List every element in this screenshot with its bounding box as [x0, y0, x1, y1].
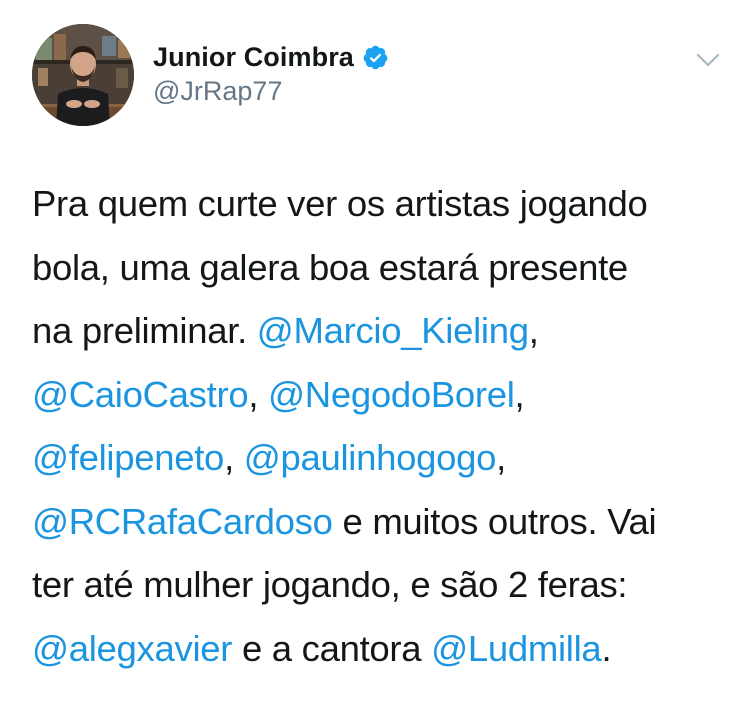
- tweet-text-segment: ,: [248, 373, 269, 415]
- chevron-down-icon[interactable]: [692, 48, 724, 72]
- tweet-text-segment: ,: [496, 437, 506, 478]
- mention-link[interactable]: @Ludmilla: [431, 628, 602, 669]
- tweet-text-line: @RCRafaCardoso e muitos outros. Vai: [32, 490, 732, 554]
- user-handle[interactable]: @JrRap77: [153, 76, 282, 107]
- tweet-text-segment: ter até mulher jogando, e são 2 feras:: [32, 564, 628, 605]
- mention-link[interactable]: @CaioCastro: [32, 374, 249, 415]
- tweet-text-line: Pra quem curte ver os artistas jogando: [32, 172, 732, 236]
- tweet-text-line: @felipeneto, @paulinhogogo,: [32, 426, 732, 490]
- tweet-text-segment: na preliminar.: [32, 310, 257, 351]
- user-name-row: Junior Coimbra: [153, 40, 389, 74]
- tweet-text-segment: bola, uma galera boa estará presente: [32, 246, 628, 288]
- tweet-card: Junior Coimbra @JrRap77 Pra quem curte v…: [0, 0, 750, 701]
- tweet-text-segment: Pra quem curte ver os artistas jogando: [32, 183, 648, 224]
- tweet-text: Pra quem curte ver os artistas jogando bo…: [32, 172, 732, 680]
- tweet-text-line: @alegxavier e a cantora @Ludmilla.: [32, 617, 732, 681]
- mention-link[interactable]: @Marcio_Kieling: [257, 310, 529, 351]
- verified-badge-icon: [362, 44, 389, 71]
- tweet-text-segment: e muitos outros. Vai: [332, 500, 657, 542]
- mention-link[interactable]: @alegxavier: [32, 628, 232, 669]
- mention-link[interactable]: @felipeneto: [32, 437, 224, 478]
- tweet-text-segment: ,: [528, 310, 539, 351]
- tweet-text-segment: ,: [514, 373, 525, 415]
- tweet-text-line: ter até mulher jogando, e são 2 feras:: [32, 553, 732, 617]
- mention-link[interactable]: @paulinhogogo: [244, 437, 497, 478]
- tweet-text-line: bola, uma galera boa estará presente: [32, 236, 732, 300]
- display-name[interactable]: Junior Coimbra: [153, 42, 354, 73]
- tweet-text-segment: ,: [224, 437, 244, 478]
- avatar[interactable]: [32, 24, 134, 126]
- tweet-text-line: @CaioCastro, @NegodoBorel,: [32, 363, 732, 427]
- tweet-text-line: na preliminar. @Marcio_Kieling,: [32, 299, 732, 363]
- tweet-text-segment: .: [601, 627, 612, 669]
- tweet-text-segment: e a cantora: [232, 627, 432, 669]
- mention-link[interactable]: @RCRafaCardoso: [32, 501, 333, 542]
- mention-link[interactable]: @NegodoBorel: [268, 374, 515, 415]
